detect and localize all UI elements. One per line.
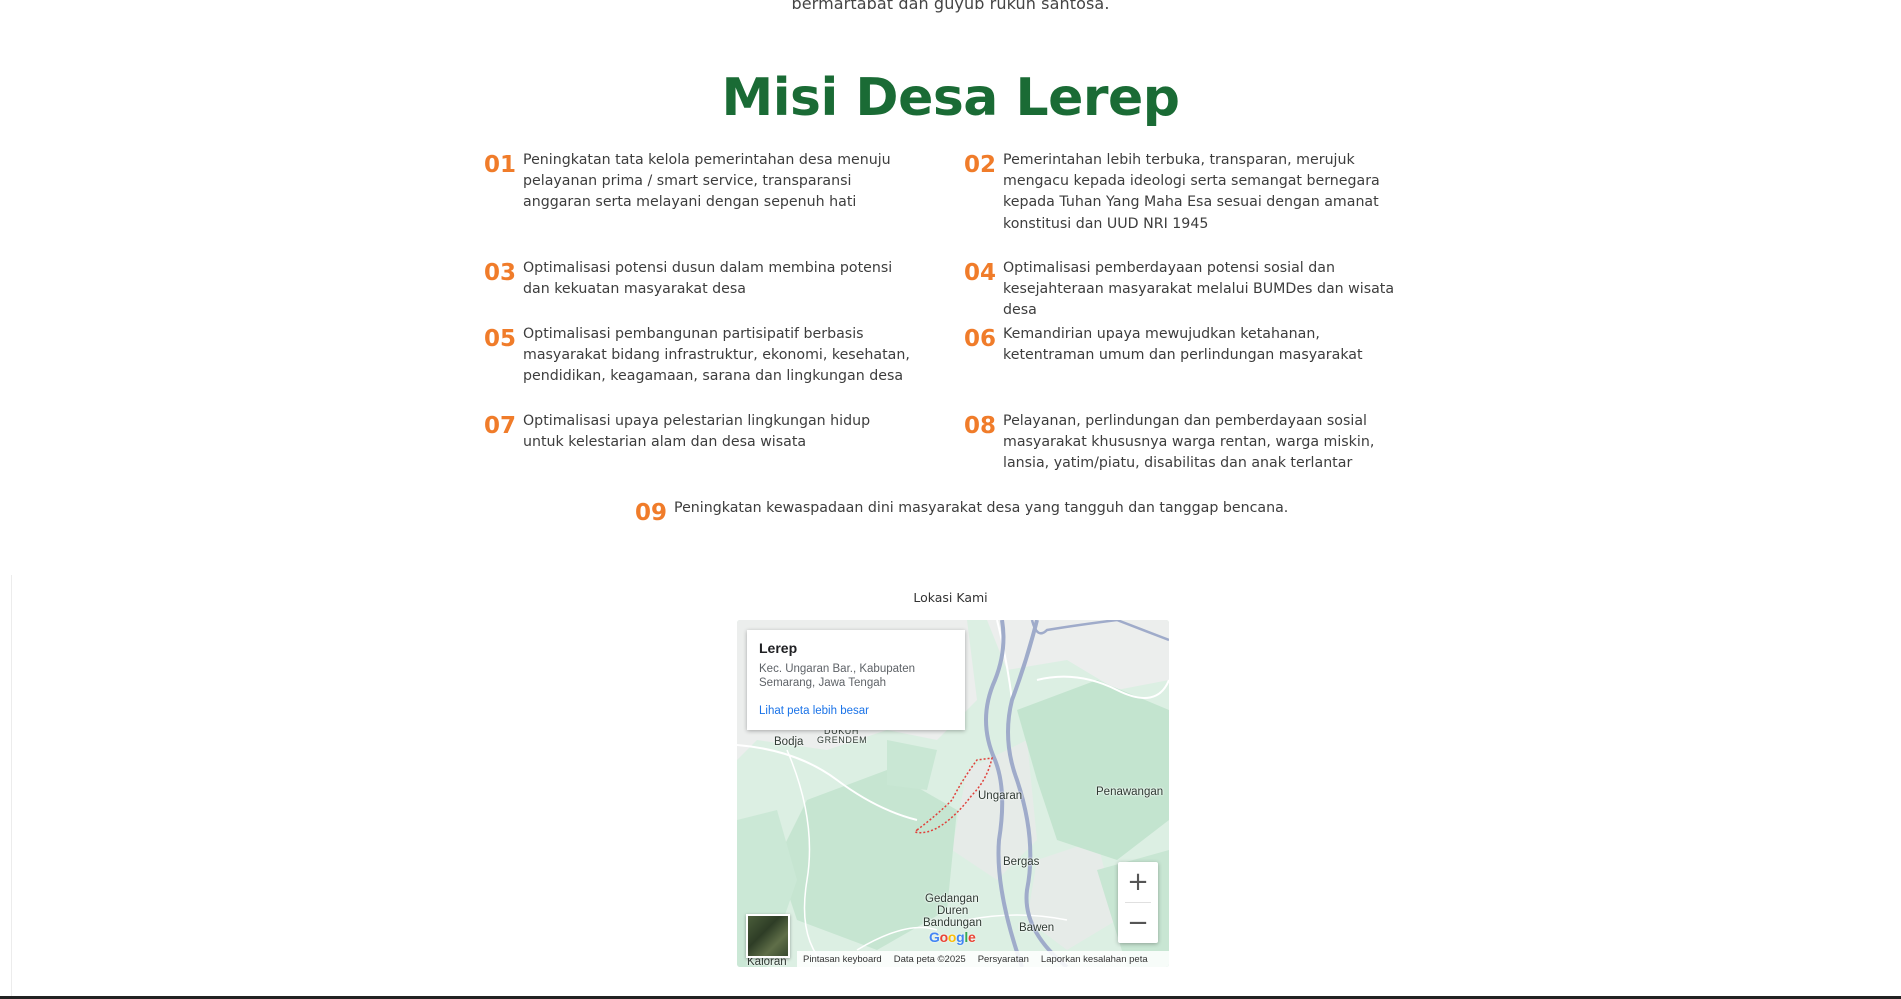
mission-number: 04: [964, 260, 997, 286]
mission-number: 02: [964, 152, 997, 178]
zoom-control: + −: [1118, 862, 1158, 943]
map-label-duren: Duren: [937, 905, 969, 917]
mission-text: Kemandirian upaya mewujudkan ketahanan, …: [1003, 326, 1363, 364]
zoom-in-button[interactable]: +: [1118, 862, 1158, 902]
mission-number: 06: [964, 326, 997, 352]
mission-item-05: 05 Optimalisasi pembangunan partisipatif…: [484, 322, 939, 388]
mission-item-07: 07 Optimalisasi upaya pelestarian lingku…: [484, 409, 914, 453]
mission-text: Optimalisasi pemberdayaan potensi sosial…: [1003, 260, 1395, 319]
mission-text: Pelayanan, perlindungan dan pemberdayaan…: [1003, 413, 1375, 472]
report-map-error-link[interactable]: Laporkan kesalahan peta: [1041, 954, 1148, 965]
map-label-gedangan: Gedangan: [925, 893, 979, 905]
view-larger-map-link[interactable]: Lihat peta lebih besar: [759, 705, 869, 717]
mission-text: Peningkatan kewaspadaan dini masyarakat …: [674, 500, 1289, 516]
place-address: Kec. Ungaran Bar., Kabupaten Semarang, J…: [759, 663, 915, 689]
satellite-toggle-thumbnail[interactable]: [746, 914, 790, 958]
embedded-map[interactable]: DUKUH GRENDEM Bodja Ungaran Penawangan B…: [737, 620, 1169, 967]
map-label-bawen: Bawen: [1019, 922, 1055, 934]
mission-number: 08: [964, 413, 997, 439]
place-name: Lerep: [759, 640, 798, 656]
mission-number: 09: [635, 500, 668, 526]
mission-item-03: 03 Optimalisasi potensi dusun dalam memb…: [484, 256, 914, 300]
place-info-card: Lerep Kec. Ungaran Bar., Kabupaten Semar…: [747, 630, 965, 730]
mission-number: 03: [484, 260, 517, 286]
mission-text: Optimalisasi pembangunan partisipatif be…: [523, 326, 910, 385]
google-logo: Google: [929, 929, 976, 945]
terms-link[interactable]: Persyaratan: [978, 954, 1029, 965]
intro-text-tail: bermartabat dan guyub rukun santosa.: [791, 0, 1110, 13]
location-label: Lokasi Kami: [913, 590, 988, 605]
mission-item-08: 08 Pelayanan, perlindungan dan pemberday…: [964, 409, 1394, 475]
mission-number: 01: [484, 152, 517, 178]
zoom-out-button[interactable]: −: [1118, 903, 1158, 943]
mission-item-01: 01 Peningkatan tata kelola pemerintahan …: [484, 148, 914, 214]
keyboard-shortcuts-link[interactable]: Pintasan keyboard: [803, 954, 882, 965]
mission-number: 07: [484, 413, 517, 439]
map-attribution-bar: Pintasan keyboard Data peta ©2025 Persya…: [797, 951, 1169, 967]
mission-text: Optimalisasi upaya pelestarian lingkunga…: [523, 413, 871, 451]
map-label-ungaran: Ungaran: [978, 790, 1023, 802]
mission-item-02: 02 Pemerintahan lebih terbuka, transpara…: [964, 148, 1424, 235]
mission-item-09: 09 Peningkatan kewaspadaan dini masyarak…: [635, 496, 1315, 526]
mission-number: 05: [484, 326, 517, 352]
mission-item-04: 04 Optimalisasi pemberdayaan potensi sos…: [964, 256, 1424, 322]
misi-title: Misi Desa Lerep: [721, 68, 1180, 128]
mission-text: Pemerintahan lebih terbuka, transparan, …: [1003, 152, 1380, 232]
mission-item-06: 06 Kemandirian upaya mewujudkan ketahana…: [964, 322, 1394, 366]
map-label-bandungan: Bandungan: [923, 917, 982, 929]
map-label-bodja: Bodja: [774, 736, 804, 748]
mission-text: Peningkatan tata kelola pemerintahan des…: [523, 152, 891, 211]
map-label-penawangan: Penawangan: [1096, 786, 1164, 798]
mission-text: Optimalisasi potensi dusun dalam membina…: [523, 260, 893, 298]
map-label-grendem: GRENDEM: [817, 735, 868, 745]
map-label-bergas: Bergas: [1003, 856, 1040, 868]
map-data-credit: Data peta ©2025: [893, 953, 966, 965]
